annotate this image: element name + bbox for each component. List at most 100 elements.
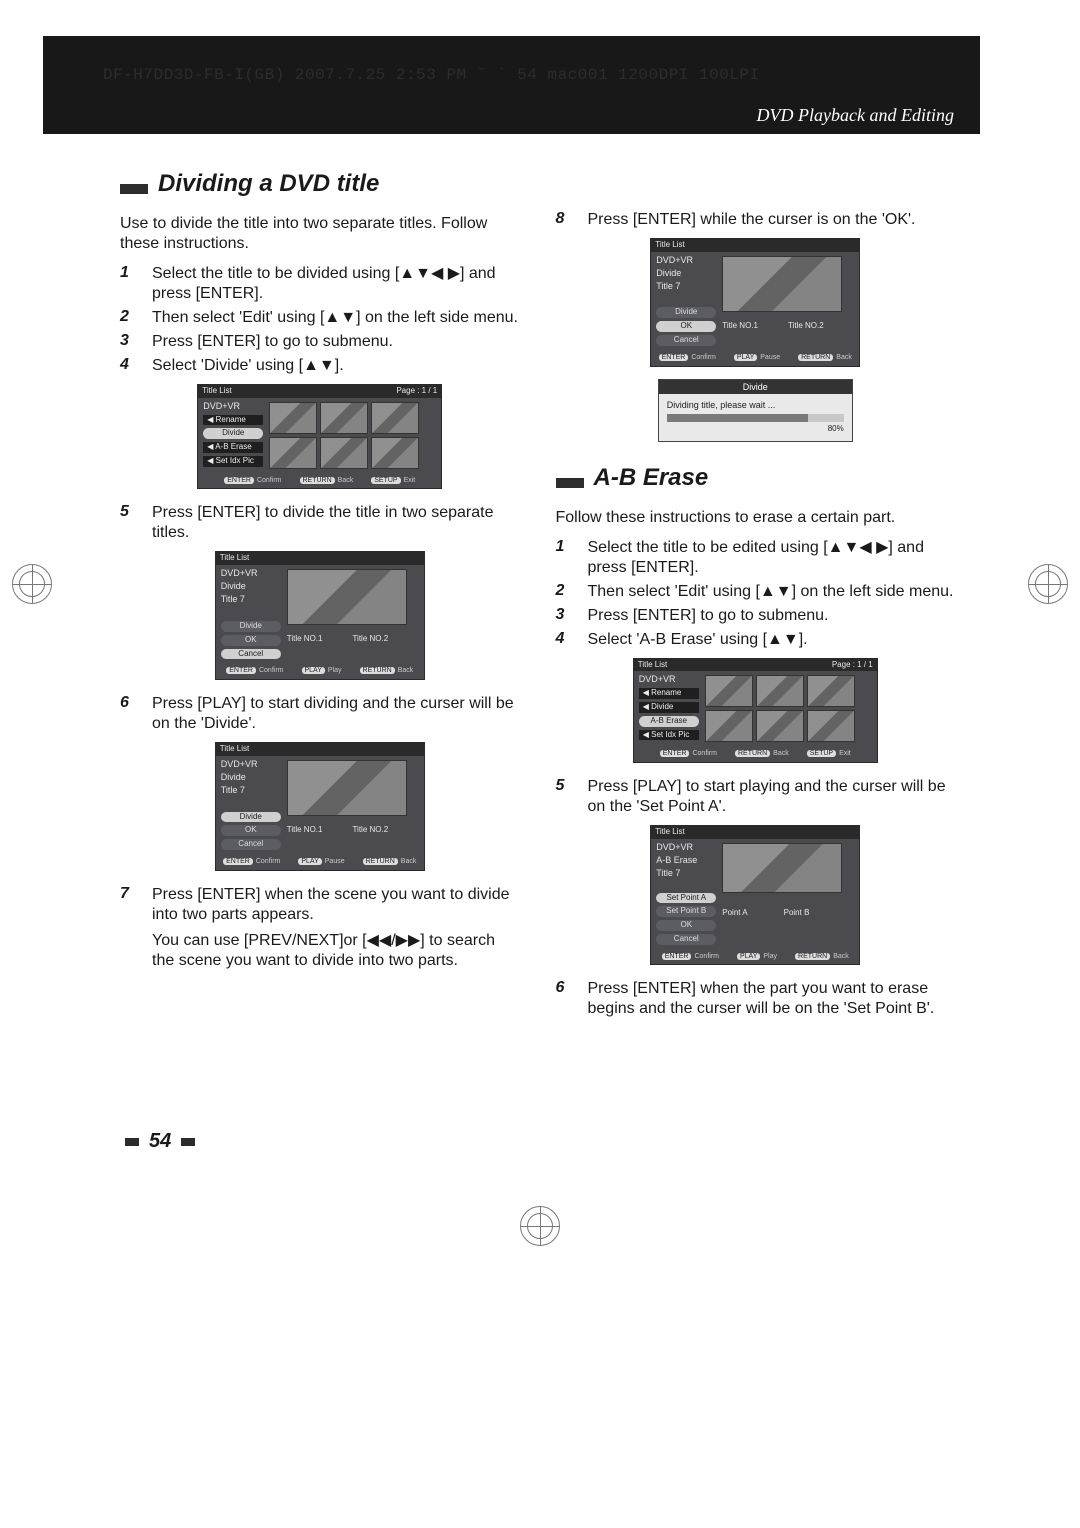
ui-screenshot: Title List Page : 1 / 1 DVD+VR Rename Di… (197, 384, 442, 489)
step-text: Select 'A-B Erase' using [▲▼]. (588, 630, 956, 650)
page-indicator: Page : 1 / 1 (832, 661, 873, 670)
hint-label: Confirm (691, 354, 716, 361)
disc-type-label: DVD+VR (221, 760, 281, 770)
ok-button: OK (221, 825, 281, 836)
thumbnail (371, 437, 419, 469)
hint-label: Exit (839, 750, 851, 757)
point-a-label: Point A (722, 909, 747, 918)
hint-label: Pause (325, 858, 345, 865)
step-text: Select 'Divide' using [▲▼]. (152, 356, 520, 376)
ui-screenshot: Title List DVD+VR Divide Title 7 Divide … (215, 742, 425, 871)
title-no-2: Title NO.2 (352, 826, 388, 835)
chapter-title: DVD Playback and Editing (757, 105, 954, 126)
preview-thumbnail (287, 569, 407, 625)
divide-label: Divide (221, 582, 281, 592)
step-text: Press [PLAY] to start dividing and the c… (152, 694, 520, 734)
key-hint: SETUP (371, 477, 400, 484)
thumbnail (320, 402, 368, 434)
step-text: Press [ENTER] to go to submenu. (588, 606, 956, 626)
divide-label: Divide (221, 773, 281, 783)
hint-label: Play (763, 953, 777, 960)
panel-title: Title List (638, 661, 668, 670)
key-hint: RETURN (798, 354, 833, 361)
thumbnail (371, 402, 419, 434)
menu-item-rename: Rename (203, 415, 263, 426)
key-hint: PLAY (298, 858, 321, 865)
title-no-1: Title NO.1 (287, 635, 323, 644)
key-hint: RETURN (300, 477, 335, 484)
step-number: 2 (120, 308, 138, 328)
ab-erase-label: A-B Erase (656, 856, 716, 866)
hint-label: Back (773, 750, 789, 757)
heading-bullet-icon (556, 478, 584, 488)
key-hint: ENTER (660, 750, 690, 757)
step-text: Select the title to be divided using [▲▼… (152, 264, 520, 304)
ok-button: OK (221, 635, 281, 646)
page-number-tick-icon (125, 1138, 139, 1146)
heading-bullet-icon (120, 184, 148, 194)
step-number: 8 (556, 210, 574, 230)
step-text: Select the title to be edited using [▲▼◀… (588, 538, 956, 578)
thumbnail (756, 710, 804, 742)
title-label: Title 7 (221, 595, 281, 605)
divide-button: Divide (221, 621, 281, 632)
ok-button: OK (656, 321, 716, 332)
menu-item-rename: Rename (639, 688, 699, 699)
key-hint: ENTER (662, 953, 692, 960)
key-hint: PLAY (734, 354, 757, 361)
section-intro: Use to divide the title into two separat… (120, 214, 520, 254)
thumbnail (269, 437, 317, 469)
menu-item-divide: Divide (203, 428, 263, 439)
step-number: 6 (556, 979, 574, 1019)
title-no-1: Title NO.1 (287, 826, 323, 835)
right-column: 8 Press [ENTER] while the curser is on t… (556, 170, 956, 1023)
key-hint: ENTER (223, 858, 253, 865)
left-column: Dividing a DVD title Use to divide the t… (120, 170, 520, 1023)
key-hint: ENTER (659, 354, 689, 361)
step-number: 7 (120, 885, 138, 971)
title-no-1: Title NO.1 (722, 322, 758, 331)
title-label: Title 7 (656, 869, 716, 879)
ui-screenshot: Title List DVD+VR Divide Title 7 Divide … (650, 238, 860, 367)
step-text: Press [ENTER] when the part you want to … (588, 979, 956, 1019)
key-hint: RETURN (735, 750, 770, 757)
menu-item-set-idx: Set Idx Pic (639, 730, 699, 741)
hint-label: Confirm (692, 750, 717, 757)
registration-mark-icon (12, 564, 52, 604)
step-number: 1 (556, 538, 574, 578)
thumbnail (807, 710, 855, 742)
divide-button: Divide (221, 812, 281, 823)
crop-mark-text: DF-H7DD3D-FB-I(GB) 2007.7.25 2:53 PM ˘ `… (103, 66, 760, 84)
thumbnail (269, 402, 317, 434)
thumbnail (807, 675, 855, 707)
progress-bar (667, 414, 844, 422)
page-indicator: Page : 1 / 1 (396, 387, 437, 396)
preview-thumbnail (722, 256, 842, 312)
step-number: 5 (556, 777, 574, 817)
panel-title: Title List (655, 241, 685, 250)
disc-type-label: DVD+VR (203, 402, 263, 412)
preview-thumbnail (722, 843, 842, 893)
progress-percent: 80% (667, 424, 844, 433)
disc-type-label: DVD+VR (639, 675, 699, 685)
key-hint: RETURN (795, 953, 830, 960)
key-hint: SETUP (807, 750, 836, 757)
cancel-button: Cancel (221, 839, 281, 850)
menu-item-set-idx: Set Idx Pic (203, 456, 263, 467)
preview-thumbnail (287, 760, 407, 816)
thumbnail (705, 710, 753, 742)
key-hint: RETURN (363, 858, 398, 865)
key-hint: RETURN (360, 667, 395, 674)
step-number: 3 (556, 606, 574, 626)
disc-type-label: DVD+VR (656, 843, 716, 853)
step-text: Press [ENTER] while the curser is on the… (588, 210, 956, 230)
hint-label: Back (338, 477, 354, 484)
step-number: 4 (120, 356, 138, 376)
step-number: 5 (120, 503, 138, 543)
step-text: Then select 'Edit' using [▲▼] on the lef… (152, 308, 520, 328)
hint-label: Confirm (257, 477, 282, 484)
panel-title: Title List (202, 387, 232, 396)
key-hint: PLAY (737, 953, 760, 960)
key-hint: ENTER (224, 477, 254, 484)
key-hint: PLAY (302, 667, 325, 674)
